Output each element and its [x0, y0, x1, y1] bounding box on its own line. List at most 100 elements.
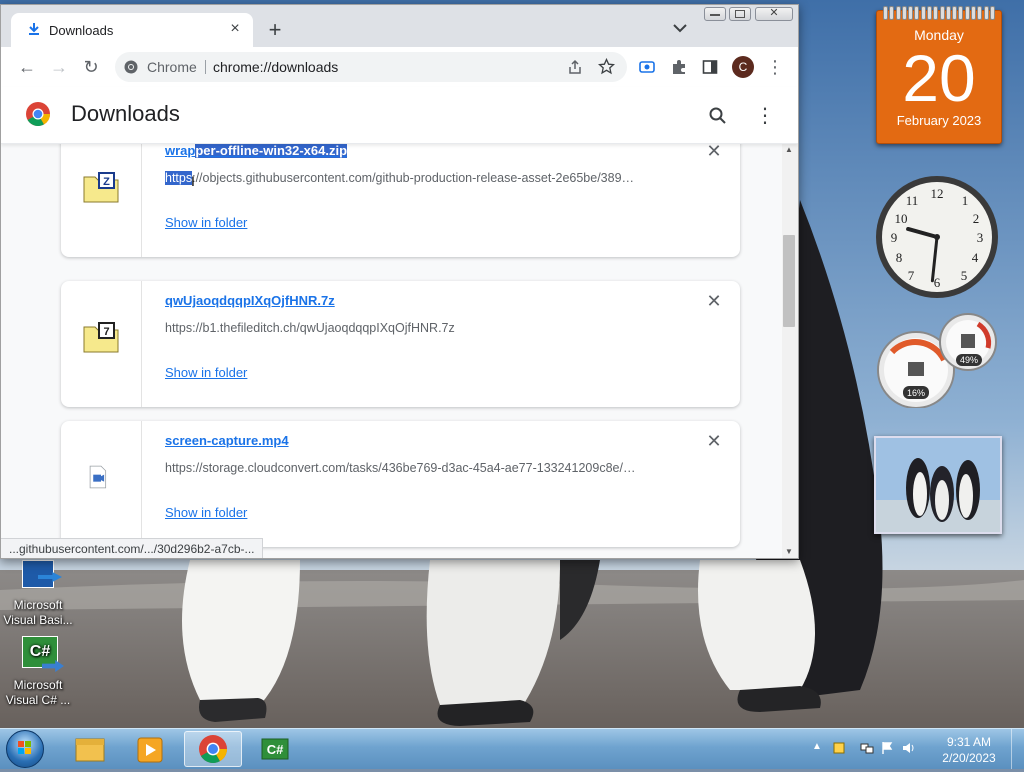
tab-downloads[interactable]: Downloads × — [11, 13, 253, 47]
svg-text:8: 8 — [896, 250, 903, 265]
visual-csharp-icon: C# — [18, 636, 64, 676]
download-file-name[interactable]: wrapper-offline-win32-x64.zip — [165, 143, 348, 158]
close-icon: ✕ — [769, 7, 779, 19]
download-url[interactable]: https://b1.thefileditch.ch/qwUjaoqdqqpIX… — [165, 321, 661, 335]
clock-gadget[interactable]: 12 1 2 3 45 6 78 9 10 11 — [874, 174, 1000, 300]
penguins-photo — [876, 438, 1000, 532]
scroll-down-arrow-icon[interactable]: ▼ — [785, 547, 793, 556]
csharp-taskbar-icon: C# — [261, 738, 289, 760]
svg-text:9: 9 — [891, 230, 898, 245]
zip-badge: Z — [103, 176, 110, 188]
bookmark-star-icon[interactable] — [598, 58, 615, 75]
forward-arrow-icon[interactable]: → — [49, 57, 69, 77]
zip-archive-icon: Z — [83, 172, 119, 203]
omnibox-url[interactable]: chrome://downloads — [213, 59, 338, 75]
taskbar-explorer[interactable] — [60, 731, 118, 767]
browser-menu-icon[interactable]: ⋮ — [765, 57, 785, 77]
desktop-icon-visual-csharp[interactable]: C# Microsoft Visual C# ... — [0, 636, 76, 708]
share-icon[interactable] — [567, 59, 583, 75]
windows-logo-icon — [18, 741, 31, 754]
start-button[interactable] — [6, 730, 44, 768]
taskbar-media-player[interactable] — [121, 731, 179, 767]
7z-archive-icon: 7 — [83, 322, 119, 353]
taskbar-chrome[interactable] — [184, 731, 242, 767]
svg-text:4: 4 — [972, 250, 979, 265]
omnibox-separator — [205, 60, 206, 74]
visual-basic-icon — [18, 556, 62, 596]
back-arrow-icon[interactable]: ← — [17, 57, 37, 77]
taskbar-date: 2/20/2023 — [942, 751, 996, 765]
remove-download-icon[interactable]: ✕ — [706, 431, 722, 452]
7z-badge: 7 — [103, 326, 109, 338]
chrome-window: Downloads × + ✕ ← → ↻ Chrome chrome://do… — [0, 4, 799, 559]
show-in-folder-link[interactable]: Show in folder — [165, 505, 247, 520]
system-tray: ▲ 9:31 AM 2/20/2023 — [810, 729, 1024, 769]
browser-toolbar: ← → ↻ Chrome chrome://downloads C ⋮ — [1, 47, 798, 88]
svg-text:12: 12 — [931, 186, 944, 201]
svg-text:C#: C# — [267, 742, 284, 757]
close-window-button[interactable]: ✕ — [755, 7, 793, 21]
reload-icon[interactable]: ↻ — [81, 57, 101, 77]
extensions-puzzle-icon[interactable] — [670, 58, 688, 76]
screen-cast-icon[interactable] — [639, 59, 655, 75]
calendar-gadget[interactable]: Monday 20 February 2023 — [876, 6, 1002, 144]
download-url[interactable]: https://objects.githubusercontent.com/gi… — [165, 171, 661, 185]
svg-text:7: 7 — [908, 268, 915, 283]
profile-avatar[interactable]: C — [732, 56, 754, 78]
svg-text:1: 1 — [962, 193, 969, 208]
status-bubble: ...githubusercontent.com/.../30d296b2-a7… — [1, 538, 264, 558]
network-icon[interactable] — [860, 741, 874, 755]
tab-strip: Downloads × + ✕ — [1, 5, 798, 47]
remove-download-icon[interactable]: ✕ — [706, 143, 722, 162]
cpu-meter-gadget[interactable]: 16% 49% — [872, 312, 1002, 409]
download-item: screen-capture.mp4 https://storage.cloud… — [61, 421, 740, 547]
taskbar-clock[interactable]: 9:31 AM 2/20/2023 — [938, 734, 1000, 766]
chrome-taskbar-icon — [199, 735, 227, 763]
new-tab-button[interactable]: + — [263, 19, 287, 41]
downloads-more-icon[interactable]: ⋮ — [755, 103, 775, 128]
downloads-header: Downloads ⋮ — [1, 87, 798, 144]
download-file-name[interactable]: screen-capture.mp4 — [165, 433, 289, 448]
scrollbar[interactable]: ▲ ▼ — [782, 143, 798, 558]
page-title: Downloads — [71, 101, 180, 126]
show-hidden-icons-icon[interactable]: ▲ — [812, 741, 826, 755]
download-url[interactable]: https://storage.cloudconvert.com/tasks/4… — [165, 461, 661, 475]
desktop-icon-visual-basic[interactable]: Microsoft Visual Basi... — [0, 556, 76, 628]
download-item: 7 qwUjaoqdqqpIXqOjfHNR.7z https://b1.the… — [61, 281, 740, 407]
taskbar: C# ▲ 9:31 AM 2/20/2023 — [0, 728, 1024, 769]
cpu-usage-value: 16% — [906, 388, 925, 398]
slideshow-gadget[interactable] — [874, 436, 1002, 534]
download-file-name[interactable]: qwUjaoqdqqpIXqOjfHNR.7z — [165, 293, 335, 308]
maximize-button[interactable] — [729, 7, 751, 21]
file-explorer-icon — [75, 738, 105, 762]
download-icon — [29, 23, 39, 35]
search-icon[interactable] — [709, 107, 727, 125]
download-icon-column — [61, 421, 142, 547]
media-player-icon — [137, 737, 163, 763]
desktop-icon-label: Microsoft — [13, 598, 63, 612]
url-selected: https — [165, 171, 193, 185]
file-name-selected: per-offline-win32-x64.zip — [195, 143, 348, 158]
file-name-unselected: wrap — [165, 143, 196, 158]
show-desktop-button[interactable] — [1011, 729, 1024, 769]
volume-icon[interactable] — [902, 741, 916, 755]
action-center-flag-icon[interactable] — [832, 741, 846, 755]
omnibox-site-label: Chrome — [147, 59, 197, 75]
scrollbar-thumb[interactable] — [783, 235, 795, 327]
address-bar[interactable]: Chrome chrome://downloads — [115, 52, 627, 82]
tab-search-chevron-icon[interactable] — [671, 21, 689, 35]
svg-text:2: 2 — [973, 211, 980, 226]
show-in-folder-link[interactable]: Show in folder — [165, 365, 247, 380]
download-item: Z wrapper-offline-win32-x64.zip https://… — [61, 143, 740, 257]
taskbar-time: 9:31 AM — [946, 735, 992, 749]
taskbar-visual-csharp[interactable]: C# — [246, 731, 304, 767]
scroll-up-arrow-icon[interactable]: ▲ — [785, 145, 793, 154]
side-panel-icon[interactable] — [702, 59, 718, 75]
remove-download-icon[interactable]: ✕ — [706, 291, 722, 312]
download-icon-column: 7 — [61, 281, 142, 407]
minimize-button[interactable] — [704, 7, 726, 21]
flag-icon[interactable] — [880, 741, 894, 755]
tab-close-icon[interactable]: × — [225, 19, 245, 39]
show-in-folder-link[interactable]: Show in folder — [165, 215, 247, 230]
url-rest: ://objects.githubusercontent.com/github-… — [192, 171, 635, 185]
